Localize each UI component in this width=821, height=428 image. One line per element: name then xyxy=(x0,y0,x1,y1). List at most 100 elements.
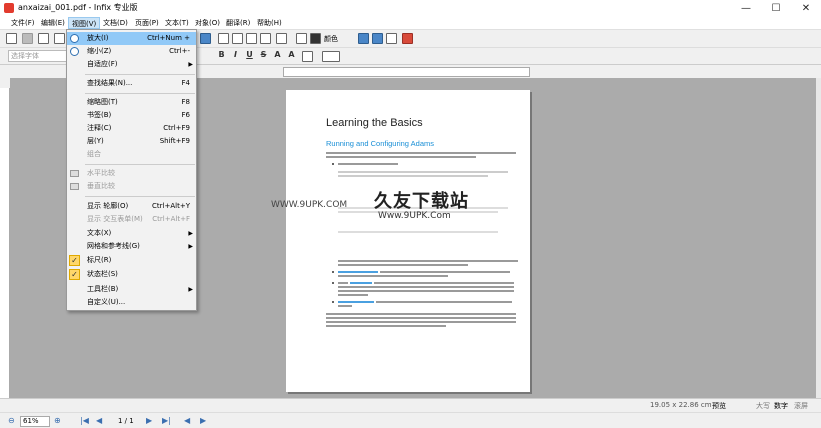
comment-icon[interactable] xyxy=(372,33,383,44)
color-swatch-icon[interactable] xyxy=(310,33,321,44)
scroll-indicator: 滚屏 xyxy=(794,402,808,410)
submenu-arrow-icon: ▶ xyxy=(188,61,193,68)
page-indicator: 1 / 1 xyxy=(118,417,134,425)
menu-file[interactable]: 文件(F) xyxy=(8,17,38,29)
doc-link-line[interactable] xyxy=(350,282,372,284)
stamp-icon[interactable] xyxy=(386,33,397,44)
print-icon[interactable] xyxy=(38,33,49,44)
menu-item-thumbnails[interactable]: 缩略图(T) F8 xyxy=(67,96,196,109)
menu-item-layers[interactable]: 层(Y) Shift+F9 xyxy=(67,135,196,148)
maximize-button[interactable]: ☐ xyxy=(761,0,791,16)
mode-indicator: 预览 xyxy=(712,402,726,410)
align-select-icon[interactable] xyxy=(322,51,340,62)
move-tool-icon[interactable] xyxy=(218,33,229,44)
doc-heading[interactable]: Learning the Basics xyxy=(326,117,423,129)
vertical-scrollbar[interactable] xyxy=(816,78,821,398)
menu-item-bookmarks[interactable]: 书签(B) F6 xyxy=(67,109,196,122)
doc-text-line xyxy=(338,171,508,173)
last-page-icon[interactable]: ▶| xyxy=(162,416,171,425)
menu-separator xyxy=(85,164,195,165)
menu-item-toolbars[interactable]: 工具栏(B) ▶ xyxy=(67,283,196,296)
camera-icon[interactable] xyxy=(260,33,271,44)
menu-item-fit[interactable]: 自适应(F) ▶ xyxy=(67,58,196,71)
menu-edit[interactable]: 编辑(E) xyxy=(38,17,68,29)
prev-page-icon[interactable]: ◀ xyxy=(96,416,102,425)
menu-bar: 文件(F) 编辑(E) 视图(V) 文档(D) 页面(P) 文本(T) 对象(O… xyxy=(0,16,821,30)
title-bar: anxaizai_001.pdf - Infix 专业版 — ☐ ✕ xyxy=(0,0,821,16)
doc-text-line xyxy=(338,305,352,307)
next-page-icon[interactable]: ▶ xyxy=(146,416,152,425)
bold-button[interactable]: B xyxy=(216,50,227,59)
menu-item-customize[interactable]: 自定义(U)... xyxy=(67,296,196,309)
menu-item-statusbar[interactable]: ✓ 状态栏(S) xyxy=(67,268,196,281)
zoom-in-icon xyxy=(70,34,79,43)
eyedropper-icon[interactable] xyxy=(296,33,307,44)
doc-bullet xyxy=(332,271,334,273)
doc-subheading[interactable]: Running and Configuring Adams xyxy=(326,139,434,148)
doc-link-line[interactable] xyxy=(338,271,378,273)
doc-text-line xyxy=(338,286,514,288)
doc-text-line xyxy=(338,275,448,277)
doc-link-line[interactable] xyxy=(338,301,374,303)
doc-text-line xyxy=(326,321,516,323)
hand-tool-icon[interactable] xyxy=(246,33,257,44)
menu-item-comments[interactable]: 注释(C) Ctrl+F9 xyxy=(67,122,196,135)
close-button[interactable]: ✕ xyxy=(791,0,821,16)
doc-text-line xyxy=(338,282,348,284)
menu-item-group: 组合 xyxy=(87,150,101,158)
color-label: 颜色 xyxy=(324,35,338,43)
annotate-icon[interactable] xyxy=(358,33,369,44)
doc-text-line xyxy=(326,325,446,327)
doc-text-line xyxy=(326,156,476,158)
menu-help[interactable]: 帮助(H) xyxy=(254,17,285,29)
font-select[interactable]: 选择字体 xyxy=(8,50,68,62)
menu-view[interactable]: 视图(V) xyxy=(68,17,101,29)
subscript-button[interactable]: A xyxy=(286,50,297,59)
zoom-level-field[interactable]: 61% xyxy=(20,416,50,427)
doc-text-line xyxy=(338,290,514,292)
menu-item-ruler[interactable]: ✓ 标尺(R) xyxy=(67,254,196,267)
num-indicator: 数字 xyxy=(774,402,788,410)
menu-object[interactable]: 对象(O) xyxy=(192,17,223,29)
doc-text-line xyxy=(380,271,510,273)
menu-translate[interactable]: 翻译(R) xyxy=(223,17,253,29)
underline-button[interactable]: U xyxy=(244,50,255,59)
menu-document[interactable]: 文档(D) xyxy=(100,17,131,29)
menu-item-zoom-in[interactable]: 放大(I) Ctrl+Num + xyxy=(67,32,196,45)
superscript-button[interactable]: A xyxy=(272,50,283,59)
menu-item-zoom-out[interactable]: 缩小(Z) Ctrl+- xyxy=(67,45,196,58)
horizontal-ruler xyxy=(283,67,530,77)
window-title: anxaizai_001.pdf - Infix 专业版 xyxy=(18,3,138,12)
strike-button[interactable]: S xyxy=(258,50,269,59)
page-size-readout: 19.05 x 22.86 cm xyxy=(650,401,712,409)
view-menu-dropdown: 放大(I) Ctrl+Num + 缩小(Z) Ctrl+- 自适应(F) ▶ 查… xyxy=(66,29,197,311)
preview-icon[interactable] xyxy=(54,33,65,44)
highlight-icon[interactable] xyxy=(302,51,313,62)
text-tool-icon[interactable] xyxy=(200,33,211,44)
first-page-icon[interactable]: |◀ xyxy=(80,416,89,425)
shape-tool-icon[interactable] xyxy=(276,33,287,44)
menu-item-find-results[interactable]: 查找结果(N)... F4 xyxy=(67,77,196,90)
doc-text-line xyxy=(326,313,516,315)
doc-text-line xyxy=(326,317,516,319)
italic-button[interactable]: I xyxy=(230,50,241,59)
doc-text-line xyxy=(338,231,498,233)
vertical-ruler xyxy=(0,88,10,398)
save-icon[interactable] xyxy=(22,33,33,44)
forward-icon[interactable]: ▶ xyxy=(200,416,206,425)
zoom-in-icon[interactable]: ⊕ xyxy=(54,416,61,425)
menu-item-text[interactable]: 文本(X) ▶ xyxy=(67,227,196,240)
menu-item-grid-guides[interactable]: 网格和参考线(G) ▶ xyxy=(67,240,196,253)
doc-text-line xyxy=(338,264,468,266)
back-icon[interactable]: ◀ xyxy=(184,416,190,425)
doc-text-line xyxy=(374,282,514,284)
minimize-button[interactable]: — xyxy=(731,0,761,16)
open-icon[interactable] xyxy=(6,33,17,44)
pdf-page[interactable]: Learning the Basics Running and Configur… xyxy=(271,90,530,392)
menu-text[interactable]: 文本(T) xyxy=(162,17,192,29)
pdf-export-icon[interactable] xyxy=(402,33,413,44)
link-tool-icon[interactable] xyxy=(232,33,243,44)
zoom-out-icon[interactable]: ⊖ xyxy=(8,416,15,425)
menu-page[interactable]: 页面(P) xyxy=(132,17,162,29)
menu-item-show-outline[interactable]: 显示 轮廓(O) Ctrl+Alt+Y xyxy=(67,200,196,213)
